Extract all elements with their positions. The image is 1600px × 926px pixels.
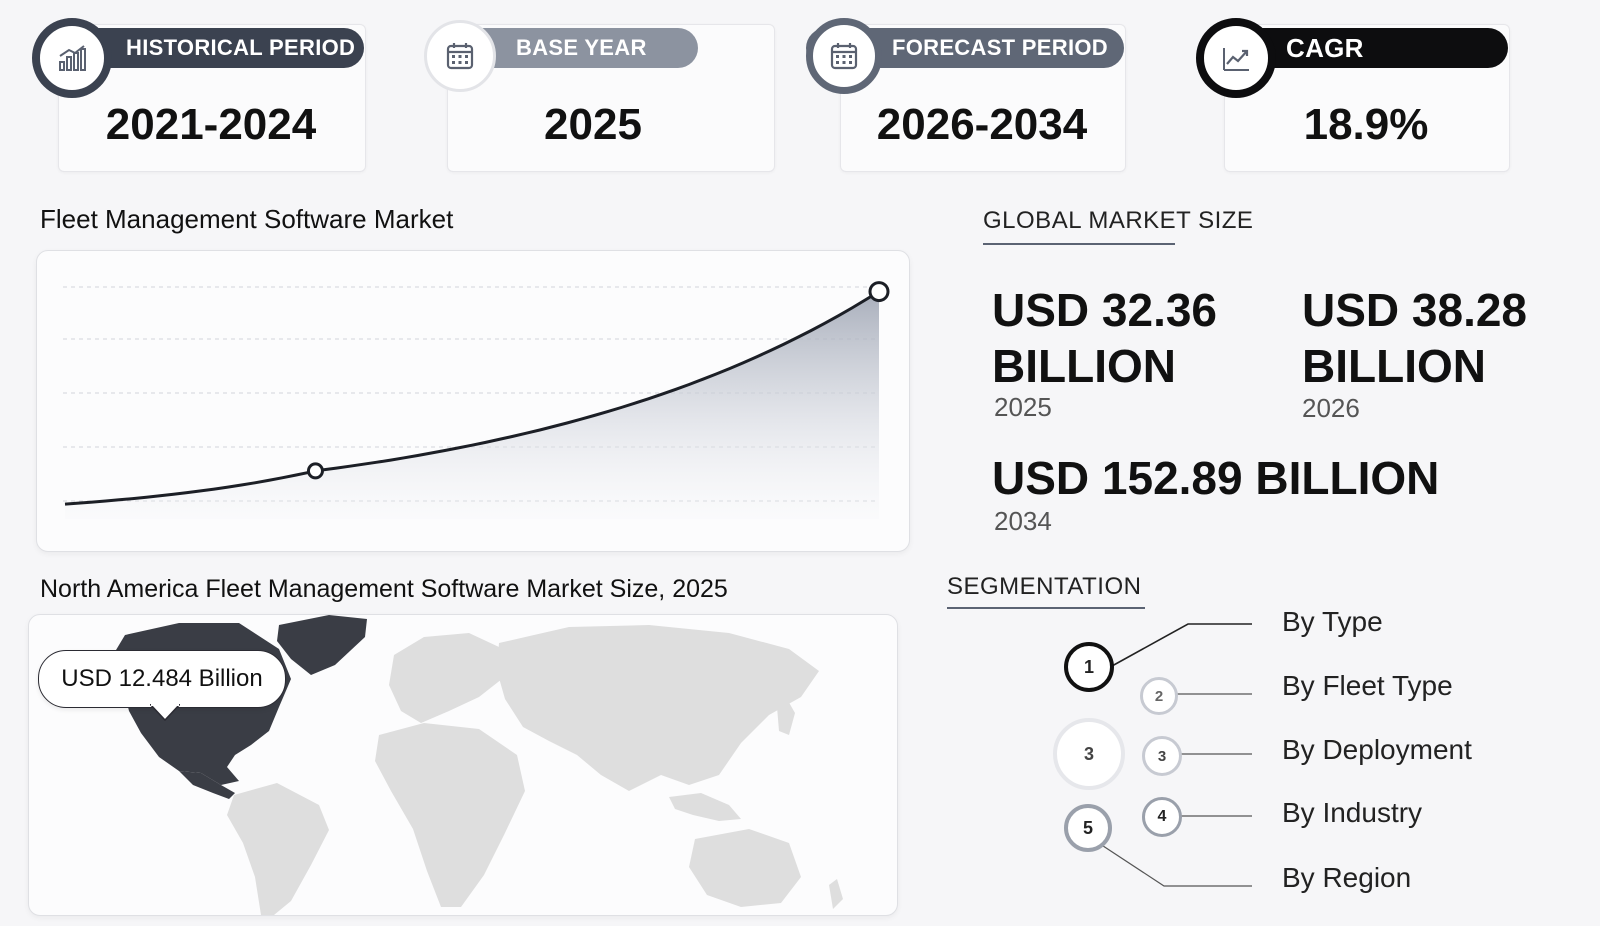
chart-panel xyxy=(36,250,910,552)
segment-decoration-circle: 3 xyxy=(1053,718,1125,790)
asia-shape xyxy=(497,625,819,791)
africa-shape xyxy=(375,723,525,907)
stat-icon-historical xyxy=(32,18,112,98)
trend-up-icon xyxy=(1223,48,1249,71)
chart-area xyxy=(65,291,879,519)
market-size-underline xyxy=(983,243,1175,245)
market-size-title: GLOBAL MARKET SIZE xyxy=(983,207,1254,234)
bar-chart-icon xyxy=(59,45,86,71)
south-america-shape xyxy=(227,783,329,915)
chart-point-2034 xyxy=(868,281,890,303)
stat-value-historical: 2021-2024 xyxy=(105,100,317,149)
market-value-2025-line2: BILLION xyxy=(992,340,1176,392)
market-value-2025-line1: USD 32.36 xyxy=(992,284,1218,336)
segment-number-2: 2 xyxy=(1140,677,1178,715)
segmentation-title: SEGMENTATION xyxy=(947,573,1142,600)
map-title: North America Fleet Management Software … xyxy=(40,575,728,603)
australia-shape xyxy=(689,829,801,907)
market-growth-chart xyxy=(63,281,890,519)
market-year-2025: 2025 xyxy=(994,392,1052,422)
chart-point-2025 xyxy=(306,462,324,480)
europe-shape xyxy=(389,633,507,723)
north-america-value-callout: USD 12.484 Billion xyxy=(38,650,286,708)
segment-label-region: By Region xyxy=(1282,862,1412,893)
segment-label-industry: By Industry xyxy=(1282,797,1423,828)
market-year-2034: 2034 xyxy=(994,506,1052,536)
segment-number-5: 5 xyxy=(1064,804,1112,852)
segment-label-deployment: By Deployment xyxy=(1282,734,1472,765)
market-value-2026-line1: USD 38.28 xyxy=(1302,284,1528,336)
market-value-2026-line2: BILLION xyxy=(1302,340,1486,392)
greenland-shape xyxy=(277,615,367,675)
segment-number-4: 4 xyxy=(1142,797,1182,837)
segment-number-1: 1 xyxy=(1064,642,1114,692)
southeast-asia-shape xyxy=(669,793,741,821)
calendar-icon xyxy=(830,43,858,70)
market-value-2034: USD 152.89 BILLION xyxy=(992,452,1440,504)
segment-number-3: 3 xyxy=(1142,736,1182,776)
stat-value-cagr: 18.9% xyxy=(1303,100,1429,149)
stat-icon-base-year xyxy=(424,20,496,92)
segment-label-fleet-type: By Fleet Type xyxy=(1282,670,1453,701)
stat-value-forecast: 2026-2034 xyxy=(876,100,1088,149)
stat-icon-forecast xyxy=(806,18,882,94)
stat-value-base-year: 2025 xyxy=(544,100,642,149)
new-zealand-shape xyxy=(829,879,843,909)
segment-label-type: By Type xyxy=(1282,606,1383,637)
callout-pointer xyxy=(150,704,180,722)
segment-number-3-inner: 3 xyxy=(1083,743,1094,764)
stat-icon-cagr xyxy=(1196,18,1276,98)
market-year-2026: 2026 xyxy=(1302,393,1360,423)
chart-title: Fleet Management Software Market xyxy=(40,204,454,234)
calendar-icon xyxy=(446,43,474,70)
